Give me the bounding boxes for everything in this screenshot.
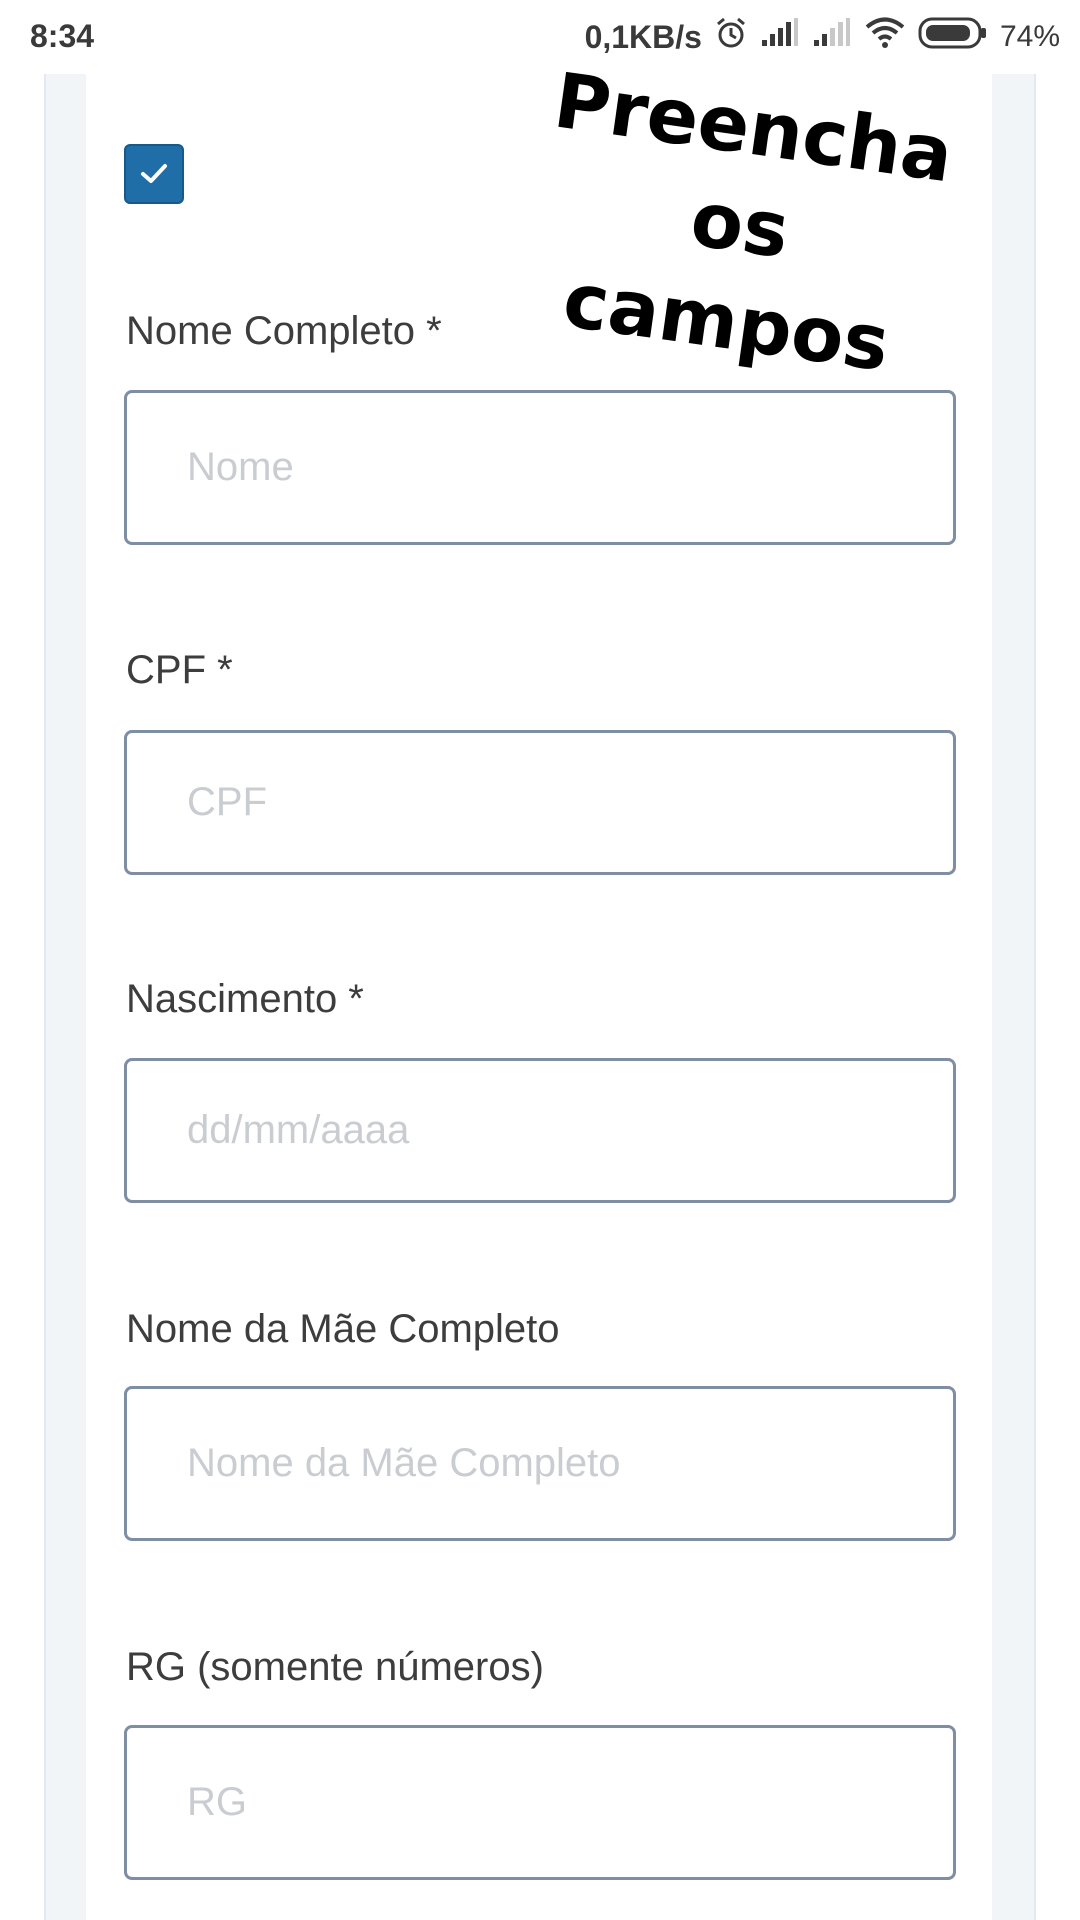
left-gutter — [0, 74, 46, 1920]
mae-label: Nome da Mãe Completo — [126, 1307, 560, 1351]
nome-label: Nome Completo * — [126, 309, 442, 353]
rg-input[interactable] — [124, 1725, 956, 1880]
nascimento-label: Nascimento * — [126, 977, 364, 1021]
battery-percent: 74% — [999, 20, 1060, 53]
agreement-checkbox[interactable] — [124, 144, 184, 204]
rg-label: RG (somente números) — [126, 1645, 544, 1689]
battery-icon — [918, 17, 988, 57]
network-speed: 0,1KB/s — [584, 18, 702, 55]
check-icon — [141, 164, 167, 183]
signal-icon — [760, 18, 800, 56]
nascimento-input[interactable] — [124, 1058, 956, 1203]
nome-input[interactable] — [124, 390, 956, 545]
mae-input[interactable] — [124, 1386, 956, 1541]
status-icons: 0,1KB/s 74% — [585, 16, 1060, 58]
alarm-icon — [714, 16, 748, 58]
cpf-label: CPF * — [126, 648, 233, 692]
status-time: 8:34 — [30, 18, 95, 54]
signal-weak-icon — [812, 18, 852, 56]
cpf-input[interactable] — [124, 730, 956, 875]
wifi-icon — [864, 16, 906, 58]
right-gutter — [1034, 74, 1080, 1920]
